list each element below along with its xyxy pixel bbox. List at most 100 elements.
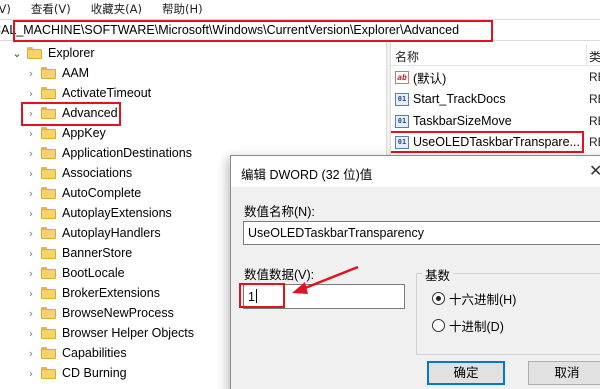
list-selection-highlight [391,131,584,153]
tree-item-label: CD Burning [62,366,127,380]
value-type: RE [589,92,600,106]
close-icon[interactable]: ✕ [589,161,600,181]
chevron-right-icon[interactable]: › [26,247,36,260]
tree-item-label: AppKey [62,126,106,140]
folder-icon [41,327,56,339]
menu-bar: (V) 查看(V) 收藏夹(A) 帮助(H) [0,0,600,18]
hex-radio-label: 十六进制(H) [449,293,517,307]
value-type: RE [589,114,600,128]
edit-dword-dialog: 编辑 DWORD (32 位)值 ✕ 数值名称(N): UseOLEDTaskb… [230,155,600,389]
value-type: RE [589,135,600,149]
menu-item-view[interactable]: 查看(V) [31,1,71,17]
value-name-label: 数值名称(N): [244,205,315,219]
menu-item-favorites[interactable]: 收藏夹(A) [91,1,142,17]
tree-item-explorer[interactable]: ⌄ Explorer [12,43,95,63]
tree-item[interactable]: › AutoComplete [26,183,141,203]
chevron-right-icon[interactable]: › [26,187,36,200]
chevron-right-icon[interactable]: › [26,347,36,360]
tree-item[interactable]: › BrowseNewProcess [26,303,174,323]
list-item[interactable]: ab (默认) RE [391,67,600,87]
folder-icon [41,187,56,199]
dec-radio-option[interactable]: 十进制(D) [432,316,504,335]
tree-item-label: BootLocale [62,266,125,280]
chevron-right-icon[interactable]: › [26,87,36,100]
chevron-right-icon[interactable]: › [26,287,36,300]
tree-item[interactable]: › ApplicationDestinations [26,143,192,163]
tree-item[interactable]: › AppKey [26,123,106,143]
menu-item-edit[interactable]: (V) [0,2,11,16]
tree-item[interactable]: › ActivateTimeout [26,83,151,103]
folder-icon [41,307,56,319]
value-name-text: UseOLEDTaskbarTransparency [248,226,424,240]
dword-value-icon: 01 [395,92,409,106]
tree-item-label: BrokerExtensions [62,286,160,300]
tree-item[interactable]: › BannerStore [26,243,132,263]
string-value-icon: ab [395,70,409,84]
list-item[interactable]: 01 TaskbarSizeMove RE [391,111,600,131]
chevron-right-icon[interactable]: › [26,127,36,140]
tree-item[interactable]: › AutoplayExtensions [26,203,172,223]
tree-item-label: AutoplayHandlers [62,226,161,240]
chevron-right-icon[interactable]: › [26,267,36,280]
chevron-right-icon[interactable]: › [26,227,36,240]
folder-icon [41,167,56,179]
value-name: TaskbarSizeMove [413,114,512,128]
tree-item[interactable]: › BootLocale [26,263,125,283]
folder-icon [41,127,56,139]
tree-item-label: ApplicationDestinations [62,146,192,160]
tree-item[interactable]: › AutoplayHandlers [26,223,161,243]
tree-item-label: BrowseNewProcess [62,306,174,320]
tree-item-label: ActivateTimeout [62,86,152,100]
chevron-right-icon[interactable]: › [26,167,36,180]
column-header-name[interactable]: 名称 [395,48,419,65]
tree-item-label: AutoComplete [62,186,142,200]
chevron-right-icon[interactable]: › [26,367,36,380]
base-groupbox [416,273,600,355]
chevron-right-icon[interactable]: › [26,147,36,160]
tree-item-label: Explorer [48,46,95,60]
folder-icon [27,47,42,59]
address-highlight-box [13,20,493,42]
folder-icon [41,87,56,99]
value-data-label: 数值数据(V): [244,268,315,282]
dialog-titlebar[interactable]: 编辑 DWORD (32 位)值 ✕ [231,156,600,187]
chevron-down-icon[interactable]: ⌄ [12,47,22,60]
folder-icon [41,207,56,219]
value-name-field[interactable]: UseOLEDTaskbarTransparency [243,221,600,245]
folder-icon [41,267,56,279]
hex-radio-option[interactable]: 十六进制(H) [432,289,516,308]
column-divider[interactable] [586,44,587,66]
tree-item[interactable]: › AAM [26,63,89,83]
tree-item[interactable]: › Associations [26,163,132,183]
radio-unchecked-icon[interactable] [432,319,445,332]
cancel-button[interactable]: 取消 [528,361,600,385]
tree-selection-highlight [21,102,121,126]
tree-item[interactable]: › BrokerExtensions [26,283,160,303]
tree-item[interactable]: › CD Burning [26,363,127,383]
folder-icon [41,347,56,359]
folder-icon [41,67,56,79]
list-item[interactable]: 01 Start_TrackDocs RE [391,89,600,109]
menu-item-help[interactable]: 帮助(H) [162,1,203,17]
chevron-right-icon[interactable]: › [26,207,36,220]
dec-radio-label: 十进制(D) [449,320,504,334]
chevron-right-icon[interactable]: › [26,327,36,340]
value-data-highlight-box [239,283,285,308]
folder-icon [41,367,56,379]
chevron-right-icon[interactable]: › [26,67,36,80]
dialog-title: 编辑 DWORD (32 位)值 [241,168,373,182]
ok-button[interactable]: 确定 [427,361,505,385]
folder-icon [41,247,56,259]
tree-item-label: Browser Helper Objects [62,326,194,340]
folder-icon [41,227,56,239]
radio-checked-icon[interactable] [432,292,445,305]
tree-item-label: Associations [62,166,133,180]
tree-item-label: AAM [62,66,90,80]
tree-item[interactable]: › Browser Helper Objects [26,323,194,343]
tree-item[interactable]: › Capabilities [26,343,127,363]
value-type: RE [589,70,600,84]
folder-icon [41,287,56,299]
chevron-right-icon[interactable]: › [26,307,36,320]
column-header-type[interactable]: 类 [589,48,600,65]
value-name: (默认) [413,71,447,86]
